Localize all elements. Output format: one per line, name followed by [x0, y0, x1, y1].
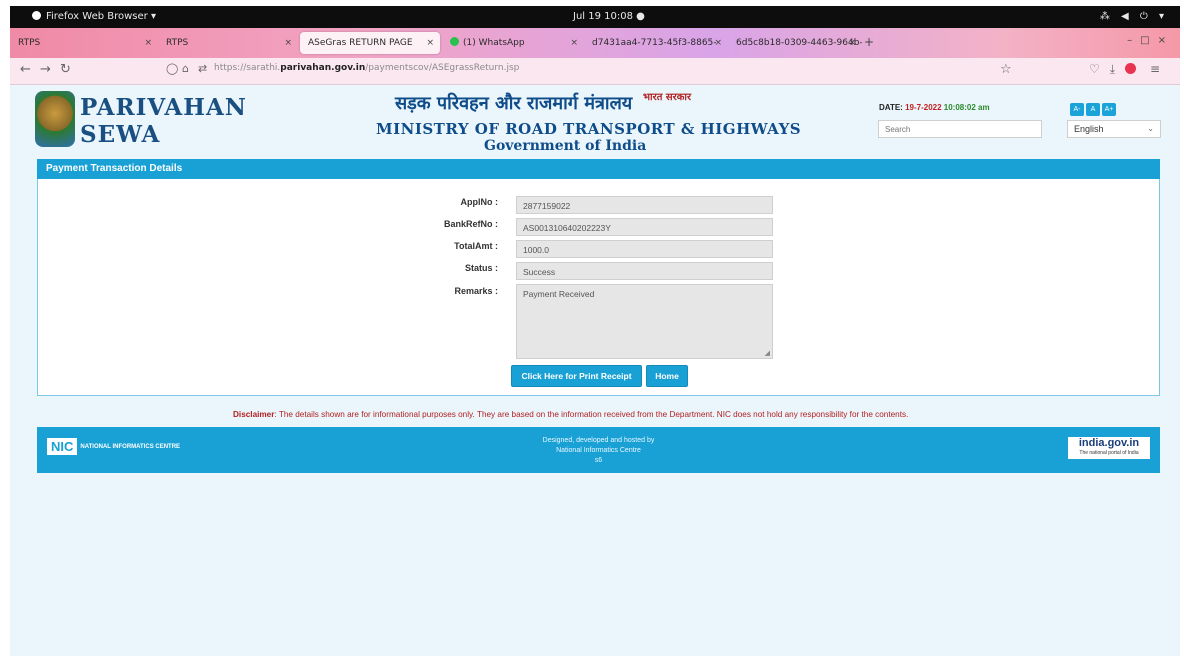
- close-icon[interactable]: ×: [848, 34, 856, 52]
- field-value-status[interactable]: Success: [516, 262, 773, 280]
- remarks-textarea[interactable]: Payment Received ◢: [516, 284, 773, 359]
- tab-6d5c8b18[interactable]: 6d5c8b18-0309-4463-964b- ×: [728, 34, 862, 52]
- close-icon[interactable]: ×: [714, 34, 722, 52]
- permissions-icon[interactable]: ⇄: [198, 62, 207, 75]
- tab-label: RTPS: [166, 38, 189, 48]
- credit-line-3: s6: [594, 457, 603, 464]
- download-icon[interactable]: ⤓: [1110, 62, 1125, 76]
- search-input[interactable]: [878, 120, 1042, 138]
- reload-icon[interactable]: ↻: [60, 62, 71, 77]
- print-receipt-button[interactable]: Click Here for Print Receipt: [511, 365, 642, 387]
- footer-credits: Designed, developed and hosted by Nation…: [37, 436, 1160, 466]
- screen: Firefox Web Browser ▾ Jul 19 10:08 ● ⁂ ◀…: [10, 6, 1180, 656]
- tab-d7431aa4[interactable]: d7431aa4-7713-45f3-8865- ×: [584, 34, 728, 52]
- tab-label: 6d5c8b18-0309-4463-964b-: [736, 38, 862, 48]
- field-label-bankrefno: BankRefNo :: [443, 219, 498, 229]
- field-label-applno: ApplNo :: [460, 197, 499, 207]
- url-bar[interactable]: https://sarathi.parivahan.gov.in/payment…: [214, 63, 519, 73]
- bookmark-star-icon[interactable]: ☆: [1000, 62, 1012, 77]
- field-label-remarks: Remarks :: [454, 286, 498, 296]
- remarks-value: Payment Received: [523, 289, 595, 299]
- ministry-title: MINISTRY OF ROAD TRANSPORT & HIGHWAYS: [376, 120, 802, 138]
- language-value: English: [1074, 124, 1104, 134]
- back-icon[interactable]: ←: [20, 62, 31, 77]
- whatsapp-icon: [450, 37, 459, 46]
- tab-rtps-1[interactable]: RTPS ×: [10, 34, 158, 52]
- close-icon[interactable]: ×: [570, 34, 578, 52]
- toolbar-right: ♡⤓ ≡: [1089, 62, 1170, 77]
- india-gov-text: india.gov.in: [1078, 437, 1140, 449]
- close-icon[interactable]: ×: [144, 34, 152, 52]
- field-label-totalamt: TotalAmt :: [454, 241, 498, 251]
- navigation-bar: ← → ↻ ◯ ⌂ ⇄ https://sarathi.parivahan.go…: [10, 58, 1180, 85]
- field-value-bankrefno[interactable]: AS001310640202223Y: [516, 218, 773, 236]
- field-value-applno[interactable]: 2877159022: [516, 196, 773, 214]
- logo-sewa[interactable]: SEWA: [80, 121, 160, 148]
- disclaimer-label: Disclaimer: [233, 410, 275, 419]
- shield-icon[interactable]: ◯: [166, 62, 178, 75]
- home-button[interactable]: Home: [646, 365, 688, 387]
- hindi-ministry-title: सड़क परिवहन और राजमार्ग मंत्रालय: [395, 93, 633, 114]
- forward-icon[interactable]: →: [40, 62, 51, 77]
- tab-strip: RTPS × RTPS × ASeGras RETURN PAGE × (1) …: [10, 28, 1180, 58]
- india-gov-logo[interactable]: india.gov.in The national portal of Indi…: [1068, 437, 1150, 459]
- tab-rtps-2[interactable]: RTPS ×: [158, 34, 298, 52]
- tab-label: d7431aa4-7713-45f3-8865-: [592, 38, 717, 48]
- time-value: 10:08:02 am: [941, 103, 990, 112]
- footer: NIC NATIONAL INFORMATICS CENTRE Designed,…: [37, 427, 1160, 473]
- font-size-controls: A- A A+: [1070, 98, 1118, 116]
- emblem-logo: [35, 91, 75, 147]
- new-tab-button[interactable]: +: [864, 35, 874, 49]
- field-label-status: Status :: [464, 263, 498, 273]
- firefox-icon: [32, 11, 41, 20]
- font-increase-button[interactable]: A+: [1102, 103, 1116, 116]
- menu-icon[interactable]: ≡: [1150, 62, 1170, 76]
- clock[interactable]: Jul 19 10:08 ●: [573, 11, 645, 22]
- url-domain: parivahan.gov.in: [280, 63, 366, 73]
- india-gov-tagline: The national portal of India: [1079, 450, 1139, 456]
- url-prefix: https://sarathi.: [214, 63, 281, 73]
- credit-line-2: National Informatics Centre: [556, 447, 641, 454]
- credit-line-1: Designed, developed and hosted by: [542, 437, 655, 444]
- tab-whatsapp[interactable]: (1) WhatsApp ×: [442, 34, 584, 52]
- window-controls[interactable]: –□×: [1127, 35, 1174, 46]
- web-page: PARIVAHAN SEWA सड़क परिवहन और राजमार्ग म…: [10, 85, 1180, 656]
- logo-parivahan[interactable]: PARIVAHAN: [80, 94, 247, 121]
- date-label: DATE:: [879, 103, 906, 112]
- tab-label: (1) WhatsApp: [463, 38, 525, 48]
- tab-label: ASeGras RETURN PAGE: [308, 38, 413, 48]
- date-display: DATE: 19-7-2022 10:08:02 am: [879, 103, 990, 112]
- lock-icon[interactable]: ⌂: [182, 62, 189, 75]
- disclaimer: Disclaimer: The details shown are for in…: [233, 410, 908, 419]
- app-name: Firefox Web Browser ▾: [46, 11, 156, 22]
- panel-title: Payment Transaction Details: [37, 159, 1160, 179]
- disclaimer-text: : The details shown are for informationa…: [274, 410, 909, 419]
- close-icon[interactable]: ×: [426, 32, 434, 54]
- pocket-icon[interactable]: ♡: [1089, 62, 1110, 76]
- date-value: 19-7-2022: [905, 103, 942, 112]
- government-label: Government of India: [484, 138, 647, 154]
- system-status-icons[interactable]: ⁂ ◀ ⏻ ▾: [1100, 11, 1168, 22]
- chevron-down-icon: ⌄: [1147, 124, 1154, 133]
- close-icon[interactable]: ×: [284, 34, 292, 52]
- tab-asegras-return[interactable]: ASeGras RETURN PAGE ×: [300, 32, 440, 54]
- font-normal-button[interactable]: A: [1086, 103, 1100, 116]
- language-select[interactable]: English ⌄: [1067, 120, 1161, 138]
- url-path: /paymentscov/ASEgrassReturn.jsp: [365, 63, 520, 73]
- account-icon[interactable]: [1125, 63, 1137, 74]
- activities-menu[interactable]: Firefox Web Browser ▾: [32, 11, 156, 22]
- system-top-bar: Firefox Web Browser ▾ Jul 19 10:08 ● ⁂ ◀…: [10, 6, 1180, 28]
- font-decrease-button[interactable]: A-: [1070, 103, 1084, 116]
- tab-label: RTPS: [18, 38, 41, 48]
- hindi-govt-label: भारत सरकार: [643, 92, 692, 103]
- field-value-totalamt[interactable]: 1000.0: [516, 240, 773, 258]
- resize-handle-icon[interactable]: ◢: [765, 349, 770, 357]
